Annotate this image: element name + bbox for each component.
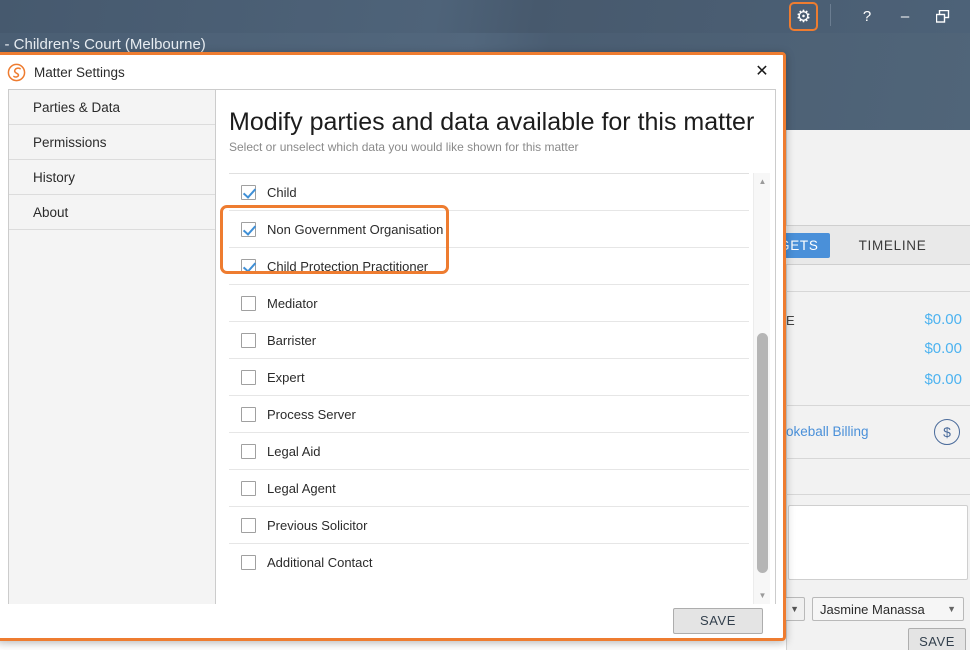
app-titlebar (0, 0, 970, 33)
checkbox-checked-icon[interactable] (241, 258, 256, 274)
close-icon[interactable]: ✕ (747, 57, 777, 85)
list-item[interactable]: Additional Contact (229, 543, 749, 580)
panel-row-divider-4 (786, 494, 970, 495)
dialog-sidebar: Parties & Data Permissions History About (9, 90, 216, 604)
checkbox-unchecked-icon[interactable] (241, 332, 256, 348)
sidebar-item-permissions[interactable]: Permissions (9, 125, 215, 160)
list-item[interactable]: Expert (229, 358, 749, 395)
amount-value-2: $0.00 (924, 340, 962, 357)
scrollbar-thumb[interactable] (757, 333, 768, 573)
list-item-label: Process Server (267, 406, 356, 422)
gear-icon: ⚙ (795, 7, 812, 26)
help-icon: ? (862, 8, 872, 25)
tab-timeline-label: TIMELINE (858, 237, 927, 253)
options-scrollbar[interactable]: ▲ ▼ (753, 173, 770, 604)
restore-button[interactable] (924, 2, 962, 32)
dollar-circle-icon[interactable]: $ (934, 419, 960, 445)
checkbox-unchecked-icon[interactable] (241, 295, 256, 311)
amount-row-label: E (786, 313, 795, 328)
assigned-person-dropdown[interactable]: Jasmine Manassa ▼ (812, 597, 964, 621)
matter-settings-dialog: Matter Settings ✕ Parties & Data Permiss… (0, 52, 786, 641)
restore-icon (936, 10, 950, 23)
sidebar-item-label: Permissions (33, 134, 107, 150)
list-item[interactable]: Legal Agent (229, 469, 749, 506)
minimize-icon: – (900, 8, 910, 25)
list-item-label: Additional Contact (267, 554, 373, 570)
content-header: Modify parties and data available for th… (216, 90, 775, 154)
panel-row-divider-2 (786, 405, 970, 406)
page-title: Modify parties and data available for th… (229, 108, 755, 136)
amount-value-3: $0.00 (924, 371, 962, 388)
panel-row-divider (786, 291, 970, 292)
sidebar-item-label: History (33, 169, 76, 185)
panel-row-divider-3 (786, 458, 970, 459)
list-item-label: Legal Aid (267, 443, 321, 459)
options-list: Child Non Government Organisation Child … (229, 173, 749, 604)
page-subtitle: Select or unselect which data you would … (229, 140, 579, 154)
dialog-content: Modify parties and data available for th… (216, 90, 775, 604)
list-item-label: Legal Agent (267, 480, 336, 496)
save-button[interactable]: SAVE (673, 607, 763, 634)
sidebar-item-label: About (33, 204, 69, 220)
help-button[interactable]: ? (848, 2, 886, 32)
smokeball-billing-link[interactable]: okeball Billing (786, 424, 869, 439)
checkbox-unchecked-icon[interactable] (241, 554, 256, 570)
dialog-titlebar: Matter Settings ✕ (0, 55, 783, 89)
background-note-textarea[interactable] (788, 505, 968, 580)
list-item-label: Previous Solicitor (267, 517, 368, 533)
options-list-container: Child Non Government Organisation Child … (229, 173, 775, 604)
dialog-title: Matter Settings (34, 64, 125, 80)
sidebar-item-history[interactable]: History (9, 160, 215, 195)
amount-value-1: $0.00 (924, 311, 962, 328)
list-item[interactable]: Child Protection Practitioner (229, 247, 749, 284)
sidebar-item-label: Parties & Data (33, 99, 121, 115)
list-item[interactable]: Process Server (229, 395, 749, 432)
minimize-button[interactable]: – (886, 2, 924, 32)
list-item-label: Child (267, 184, 297, 200)
dialog-body: Parties & Data Permissions History About… (8, 89, 776, 604)
window-controls: ? – (848, 0, 962, 33)
list-item[interactable]: Previous Solicitor (229, 506, 749, 543)
list-item[interactable]: Mediator (229, 284, 749, 321)
chevron-down-icon[interactable]: ▼ (754, 587, 771, 604)
tab-timeline[interactable]: TIMELINE (848, 233, 938, 258)
dialog-footer: SAVE (8, 604, 776, 637)
screen: g - Children's Court (Melbourne) ⚙ ? – G… (0, 0, 970, 650)
titlebar-divider (830, 4, 831, 26)
list-item-label: Expert (267, 369, 305, 385)
list-item[interactable]: Legal Aid (229, 432, 749, 469)
settings-gear-button[interactable]: ⚙ (789, 2, 818, 31)
checkbox-unchecked-icon[interactable] (241, 443, 256, 459)
checkbox-unchecked-icon[interactable] (241, 369, 256, 385)
list-item-label: Child Protection Practitioner (267, 258, 429, 274)
list-item[interactable]: Barrister (229, 321, 749, 358)
save-button-label: SAVE (699, 613, 737, 628)
chevron-up-icon[interactable]: ▲ (754, 173, 771, 190)
list-item[interactable]: Non Government Organisation (229, 210, 749, 247)
list-item-label: Barrister (267, 332, 317, 348)
assigned-person-value: Jasmine Manassa (820, 601, 925, 617)
checkbox-unchecked-icon[interactable] (241, 480, 256, 496)
chevron-down-icon: ▼ (790, 604, 799, 614)
background-tabstrip: GETS TIMELINE (768, 225, 970, 265)
list-item-label: Non Government Organisation (267, 221, 444, 237)
smokeball-logo-icon (7, 63, 26, 81)
background-save-button[interactable]: SAVE (908, 628, 966, 650)
checkbox-checked-icon[interactable] (241, 221, 256, 237)
sidebar-item-about[interactable]: About (9, 195, 215, 230)
sidebar-item-parties-and-data[interactable]: Parties & Data (9, 90, 215, 125)
checkbox-unchecked-icon[interactable] (241, 517, 256, 533)
chevron-down-icon: ▼ (947, 604, 956, 614)
list-item-label: Mediator (267, 295, 318, 311)
checkbox-unchecked-icon[interactable] (241, 406, 256, 422)
list-item[interactable]: Child (229, 173, 749, 210)
checkbox-checked-icon[interactable] (241, 184, 256, 200)
background-save-label: SAVE (919, 633, 955, 649)
